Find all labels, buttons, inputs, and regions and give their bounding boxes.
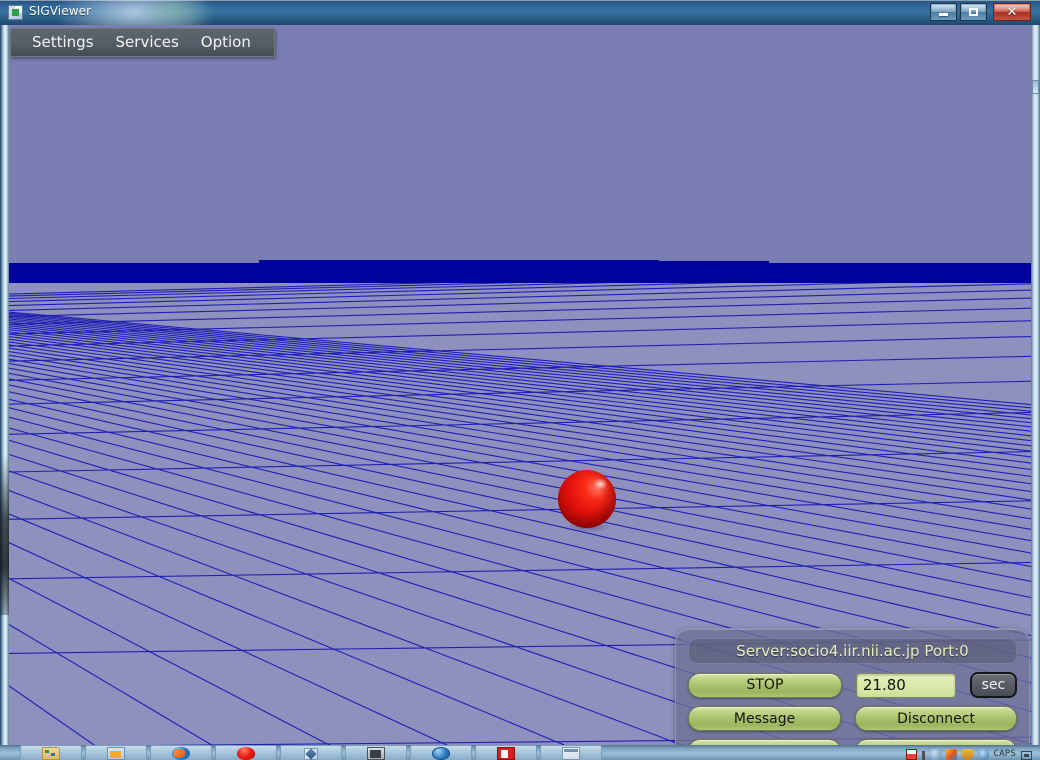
caps-lock-indicator: CAPS xyxy=(994,749,1016,760)
close-icon: ✕ xyxy=(1007,6,1018,19)
taskbar-item[interactable] xyxy=(150,745,212,760)
disc-icon[interactable] xyxy=(978,749,989,760)
maximize-button[interactable] xyxy=(960,3,987,21)
specular-highlight-icon xyxy=(594,479,607,489)
menu-item-settings[interactable]: Settings xyxy=(21,29,105,56)
taskbar-item[interactable] xyxy=(85,745,147,760)
taskbar-item[interactable] xyxy=(215,745,277,760)
3d-viewport[interactable]: Server:socio4.iir.nii.ac.jp Port:0 STOP … xyxy=(9,25,1031,747)
taskbar-items xyxy=(20,745,602,760)
menu-item-services[interactable]: Services xyxy=(105,29,190,56)
title-bar-glow-secondary xyxy=(140,0,210,25)
window-frame-right[interactable] xyxy=(1031,25,1040,747)
menu-item-option[interactable]: Option xyxy=(190,29,262,56)
sigviewer-window: SIGViewer ✕ Server:socio4.iir.nii.ac xyxy=(0,0,1040,760)
scrollbar-thumb[interactable] xyxy=(1032,80,1039,94)
bar-icon[interactable] xyxy=(922,751,925,760)
taskbar-item[interactable] xyxy=(540,745,602,760)
taskbar: CAPS xyxy=(0,745,1040,760)
shield-icon[interactable] xyxy=(962,749,973,760)
network-icon[interactable] xyxy=(930,749,941,760)
taskbar-item[interactable] xyxy=(280,745,342,760)
terminal-icon xyxy=(367,747,385,760)
taskbar-item[interactable] xyxy=(20,745,82,760)
minimize-button[interactable] xyxy=(930,3,957,21)
simulation-time-input[interactable] xyxy=(856,673,956,698)
minimize-icon xyxy=(939,13,948,16)
server-status-label: Server:socio4.iir.nii.ac.jp Port:0 xyxy=(688,638,1017,664)
taskbar-item[interactable] xyxy=(345,745,407,760)
simulation-control-panel: Server:socio4.iir.nii.ac.jp Port:0 STOP … xyxy=(675,628,1030,747)
window-frame-left xyxy=(0,25,9,747)
taskbar-item[interactable] xyxy=(410,745,472,760)
message-button[interactable]: Message xyxy=(688,706,841,731)
red-sphere-icon xyxy=(237,747,255,760)
firefox-icon xyxy=(172,747,190,760)
paint-icon[interactable] xyxy=(946,749,957,760)
window-frame-left-shadow xyxy=(0,455,9,615)
window-title: SIGViewer xyxy=(29,4,91,18)
control-panel-row-1: STOP sec xyxy=(688,672,1017,698)
sky-plane xyxy=(9,25,1031,263)
system-tray: CAPS xyxy=(906,745,1032,760)
diamond-icon xyxy=(304,748,318,760)
mail-icon[interactable] xyxy=(906,749,917,760)
red-sphere-entity[interactable] xyxy=(558,470,616,528)
window-icon xyxy=(107,747,125,760)
taskbar-item[interactable] xyxy=(475,745,537,760)
stop-button[interactable]: STOP xyxy=(688,673,842,698)
menu-bar: Settings Services Option xyxy=(10,28,275,57)
keyboard-icon[interactable] xyxy=(1021,751,1032,760)
app-window-icon xyxy=(8,5,23,20)
close-button[interactable]: ✕ xyxy=(993,3,1031,21)
maximize-icon xyxy=(969,8,978,16)
time-unit-button[interactable]: sec xyxy=(970,672,1017,698)
globe-icon xyxy=(432,747,450,760)
disconnect-button[interactable]: Disconnect xyxy=(855,706,1017,731)
title-bar[interactable]: SIGViewer ✕ xyxy=(0,0,1040,25)
document-icon xyxy=(562,747,580,760)
folder-icon xyxy=(42,747,60,760)
pdf-icon xyxy=(497,747,515,760)
control-panel-row-2: Message Disconnect xyxy=(688,706,1017,731)
